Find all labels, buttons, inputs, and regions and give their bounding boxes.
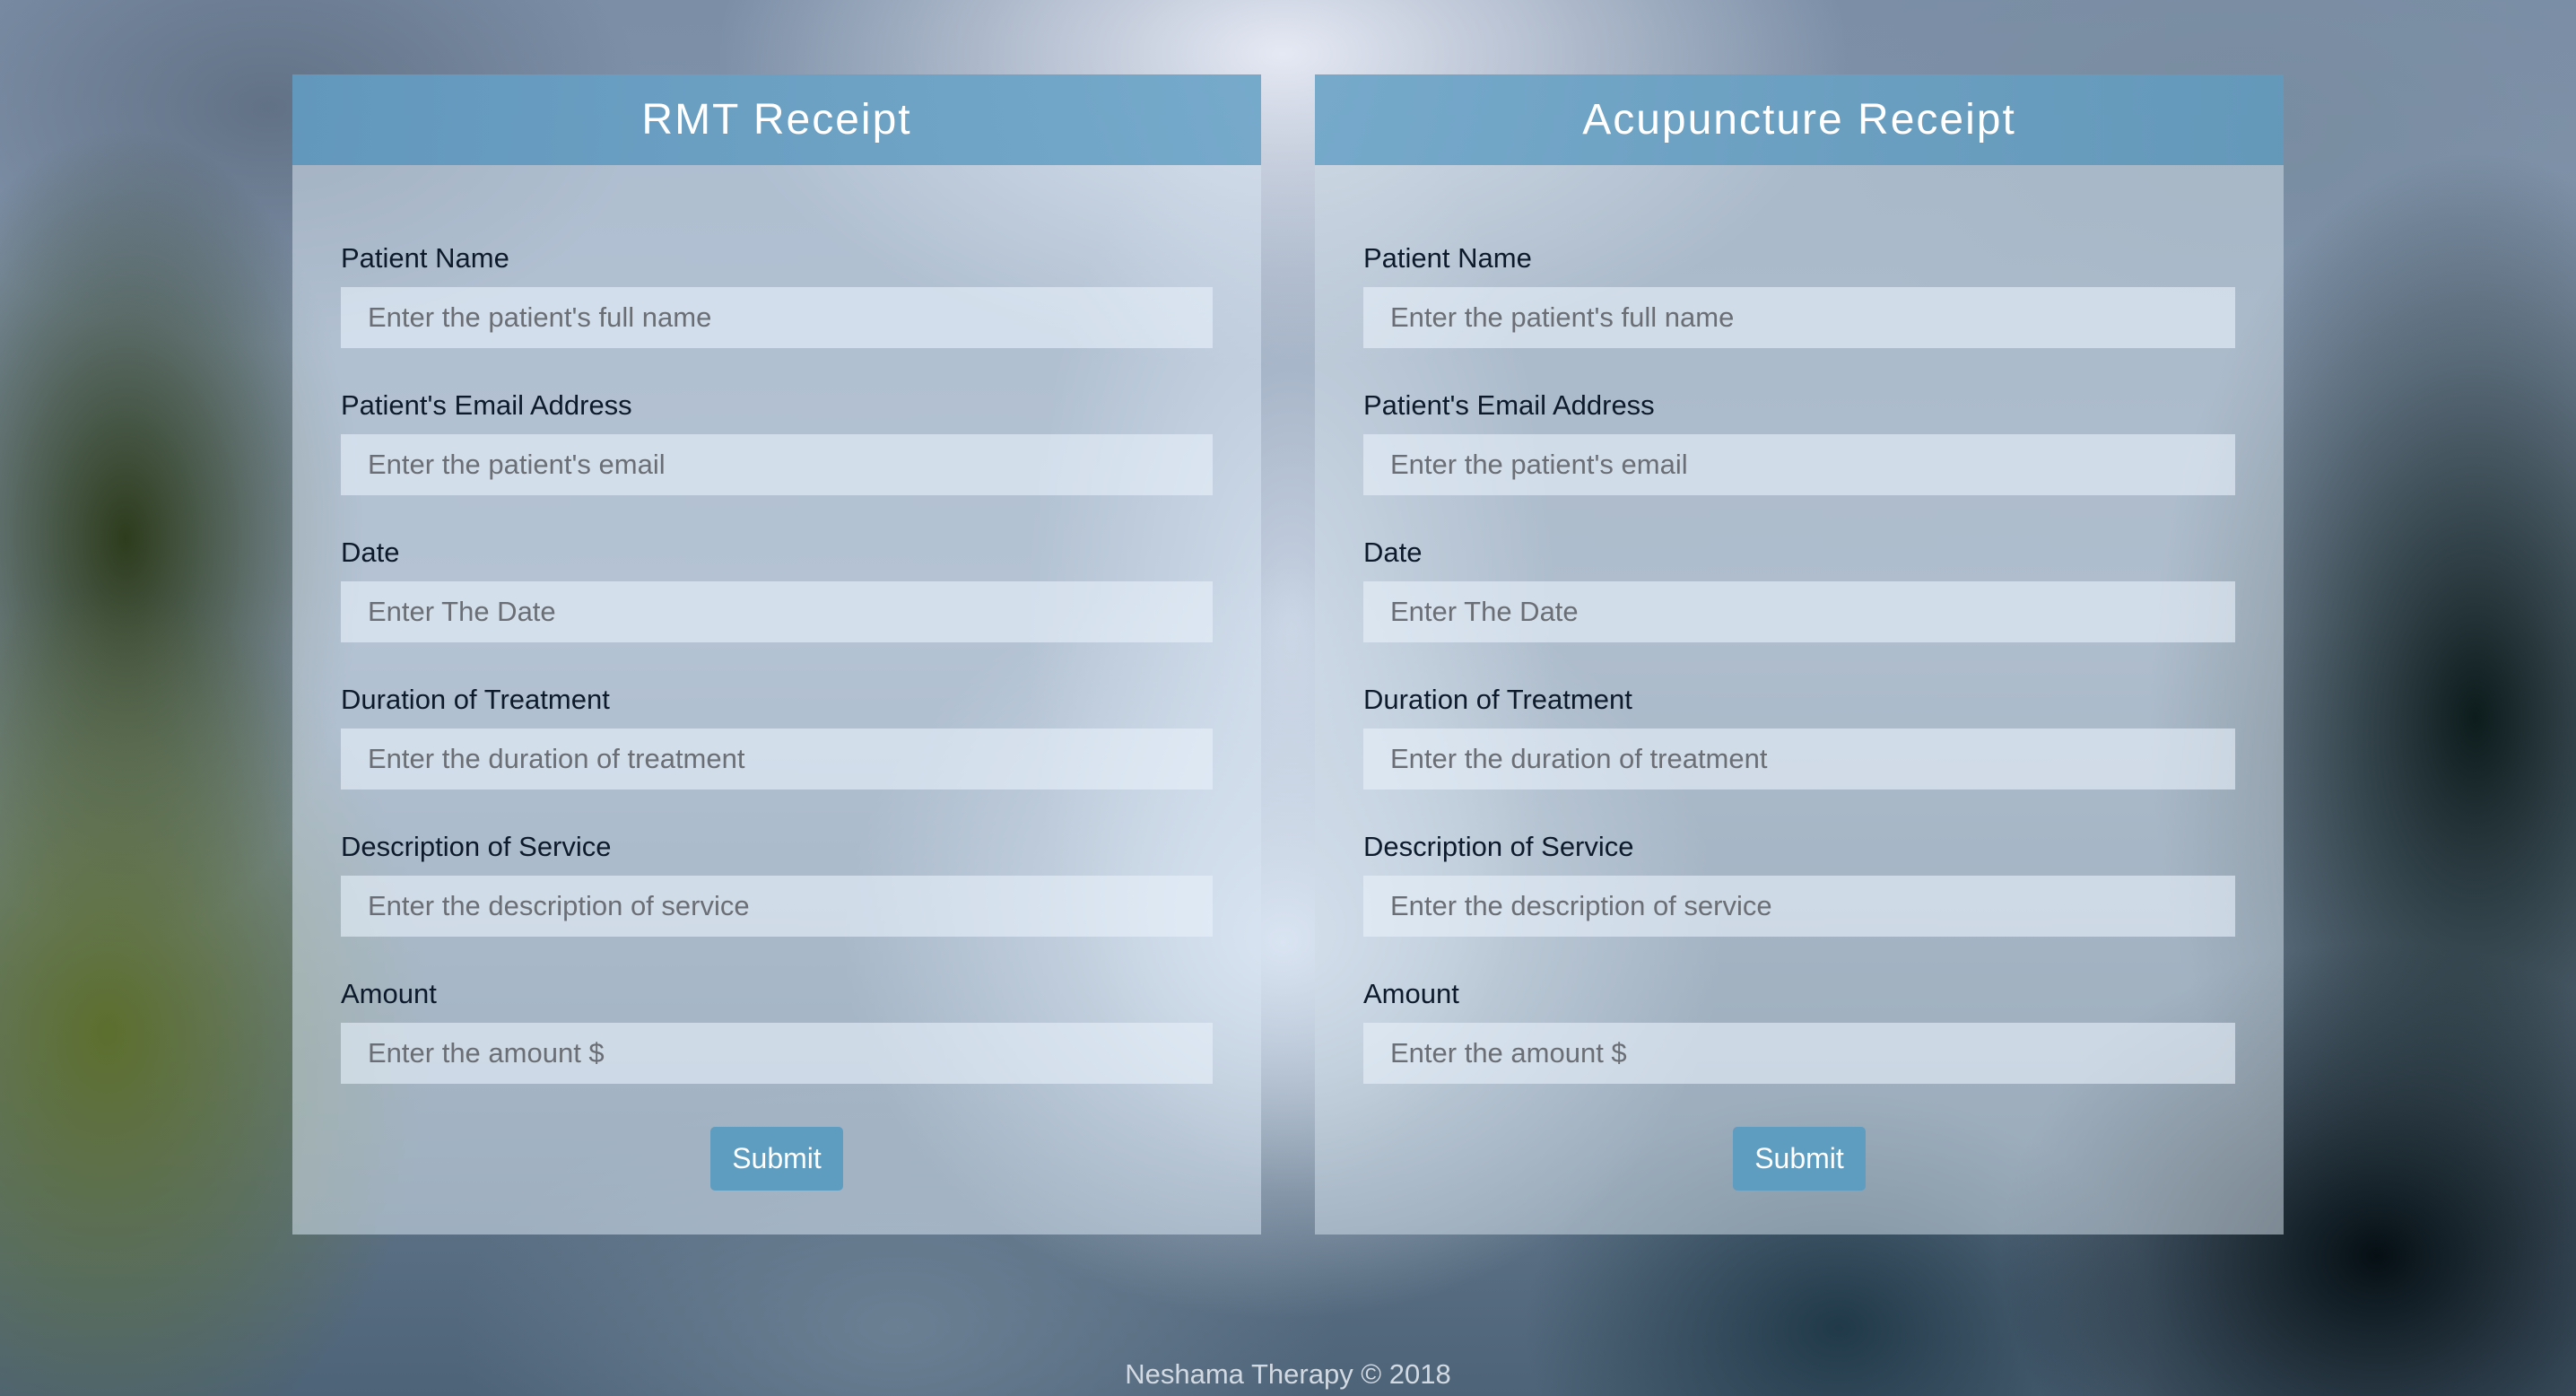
patient-email-label: Patient's Email Address [341, 389, 632, 421]
date-input[interactable] [341, 581, 1213, 642]
rmt-receipt-title: RMT Receipt [292, 74, 1261, 165]
description-input[interactable] [341, 876, 1213, 937]
patient-email-label: Patient's Email Address [1363, 389, 1655, 421]
duration-input[interactable] [1363, 729, 2235, 790]
acupuncture-receipt-form: Patient Name Patient's Email Address Dat… [1315, 165, 2284, 1191]
description-label: Description of Service [1363, 831, 1634, 862]
duration-label: Duration of Treatment [341, 684, 610, 715]
submit-row: Submit [341, 1127, 1213, 1191]
submit-row: Submit [1363, 1127, 2235, 1191]
date-label: Date [1363, 537, 1423, 568]
patient-name-input[interactable] [1363, 287, 2235, 348]
patient-name-label: Patient Name [341, 242, 509, 274]
amount-label: Amount [341, 978, 437, 1009]
rmt-receipt-panel: RMT Receipt Patient Name Patient's Email… [292, 74, 1261, 1235]
patient-name-input[interactable] [341, 287, 1213, 348]
description-label: Description of Service [341, 831, 612, 862]
acupuncture-submit-button[interactable]: Submit [1733, 1127, 1866, 1191]
rmt-submit-button[interactable]: Submit [710, 1127, 843, 1191]
amount-input[interactable] [1363, 1023, 2235, 1084]
footer-copyright: Neshama Therapy © 2018 [1125, 1358, 1451, 1390]
date-input[interactable] [1363, 581, 2235, 642]
acupuncture-receipt-title: Acupuncture Receipt [1315, 74, 2284, 165]
amount-input[interactable] [341, 1023, 1213, 1084]
patient-email-input[interactable] [1363, 434, 2235, 495]
date-label: Date [341, 537, 400, 568]
patient-email-input[interactable] [341, 434, 1213, 495]
description-input[interactable] [1363, 876, 2235, 937]
duration-label: Duration of Treatment [1363, 684, 1632, 715]
amount-label: Amount [1363, 978, 1459, 1009]
duration-input[interactable] [341, 729, 1213, 790]
patient-name-label: Patient Name [1363, 242, 1532, 274]
rmt-receipt-form: Patient Name Patient's Email Address Dat… [292, 165, 1261, 1191]
acupuncture-receipt-panel: Acupuncture Receipt Patient Name Patient… [1315, 74, 2284, 1235]
